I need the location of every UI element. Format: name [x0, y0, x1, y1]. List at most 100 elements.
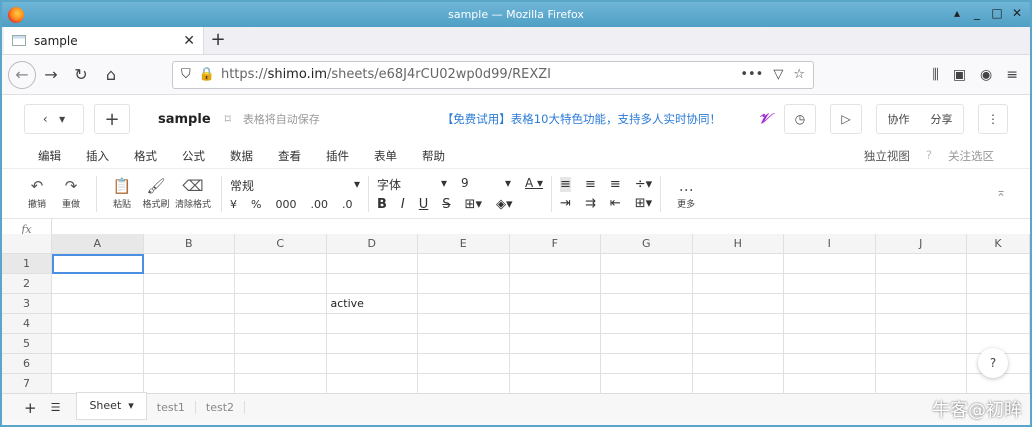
grid-cell[interactable]: [509, 374, 601, 394]
doc-title[interactable]: sample: [158, 112, 211, 127]
grid-cell[interactable]: [601, 254, 693, 274]
grid-cell[interactable]: [784, 374, 876, 394]
grid-cell[interactable]: [601, 274, 693, 294]
grid-cell[interactable]: [875, 274, 967, 294]
italic-button[interactable]: I: [401, 197, 405, 212]
valign-icon[interactable]: ÷▾: [635, 177, 652, 192]
grid-cell[interactable]: [509, 254, 601, 274]
row-header[interactable]: 2: [2, 274, 52, 294]
grid-cell[interactable]: [692, 374, 784, 394]
grid-cell[interactable]: [692, 254, 784, 274]
grid-cell[interactable]: [418, 254, 510, 274]
library-icon[interactable]: ⫼: [932, 67, 938, 83]
grid-cell[interactable]: [875, 254, 967, 274]
sidebar-icon[interactable]: ▣: [953, 67, 966, 83]
grid-cell[interactable]: [235, 354, 327, 374]
paste-button[interactable]: 📋 粘贴: [105, 177, 139, 210]
column-header[interactable]: C: [235, 234, 327, 254]
thousands-button[interactable]: 000: [275, 198, 296, 211]
redo-button[interactable]: ↷ 重做: [54, 177, 88, 210]
row-header[interactable]: 4: [2, 314, 52, 334]
sheet-tab[interactable]: Sheet ▾: [76, 391, 147, 420]
bookmark-icon[interactable]: ⌑: [225, 112, 231, 126]
grid-cell[interactable]: [601, 354, 693, 374]
currency-button[interactable]: ¥: [230, 198, 237, 211]
number-format-select[interactable]: 常规 ▾: [230, 177, 360, 194]
bold-button[interactable]: B: [377, 197, 387, 212]
grid-cell[interactable]: [326, 314, 418, 334]
share-button[interactable]: 分享: [931, 111, 953, 127]
align-left-icon[interactable]: ≡: [560, 176, 571, 192]
more-icon[interactable]: ⋮: [978, 104, 1008, 134]
menu-view[interactable]: 查看: [278, 148, 301, 164]
grid-cell[interactable]: [967, 274, 1030, 294]
bookmark-star-icon[interactable]: ☆: [793, 67, 805, 82]
strikethrough-button[interactable]: S: [442, 197, 450, 212]
column-header[interactable]: G: [601, 234, 693, 254]
grid-cell[interactable]: [601, 334, 693, 354]
menu-edit[interactable]: 编辑: [38, 148, 61, 164]
grid-cell[interactable]: [692, 354, 784, 374]
font-size-select[interactable]: 9 ▾: [461, 176, 511, 193]
grid-cell[interactable]: [143, 254, 235, 274]
grid-cell[interactable]: [52, 254, 144, 274]
close-tab-icon[interactable]: ✕: [183, 33, 195, 49]
more-actions-icon[interactable]: •••: [740, 67, 763, 82]
menu-insert[interactable]: 插入: [86, 148, 109, 164]
row-header[interactable]: 6: [2, 354, 52, 374]
underline-button[interactable]: U: [419, 197, 429, 212]
minimize-icon[interactable]: _: [970, 6, 984, 20]
grid-cell[interactable]: [235, 254, 327, 274]
grid-cell[interactable]: [143, 314, 235, 334]
column-header[interactable]: F: [509, 234, 601, 254]
grid-cell[interactable]: [326, 254, 418, 274]
sheet-tab[interactable]: test2: [196, 401, 246, 414]
grid-cell[interactable]: [692, 334, 784, 354]
grid-cell[interactable]: [418, 314, 510, 334]
back-button[interactable]: ←: [8, 60, 36, 89]
grid-cell[interactable]: [692, 294, 784, 314]
grid-cell[interactable]: [967, 294, 1030, 314]
grid-cell[interactable]: [967, 314, 1030, 334]
column-header[interactable]: K: [967, 234, 1030, 254]
grid-cell[interactable]: [235, 294, 327, 314]
grid-cell[interactable]: [235, 334, 327, 354]
grid-cell[interactable]: [875, 294, 967, 314]
font-color-button[interactable]: A ▾: [525, 176, 543, 193]
more-button[interactable]: … 更多: [669, 177, 703, 210]
select-all-corner[interactable]: [2, 234, 52, 254]
undo-button[interactable]: ↶ 撤销: [20, 177, 54, 210]
decrease-decimal-button[interactable]: .0: [342, 198, 353, 211]
column-header[interactable]: H: [692, 234, 784, 254]
format-painter-button[interactable]: 🖌 格式刷: [139, 177, 173, 210]
grid-cell[interactable]: [967, 374, 1030, 394]
grid-cell[interactable]: [326, 374, 418, 394]
collab-button[interactable]: 协作: [888, 111, 910, 127]
grid-cell[interactable]: [967, 254, 1030, 274]
column-header[interactable]: E: [418, 234, 510, 254]
close-icon[interactable]: ✕: [1010, 6, 1024, 20]
border-icon[interactable]: ⊞▾: [465, 197, 482, 212]
grid-cell[interactable]: [692, 314, 784, 334]
back-nav-button[interactable]: ‹ ▾: [24, 104, 84, 134]
grid-cell[interactable]: [418, 354, 510, 374]
column-header[interactable]: B: [143, 234, 235, 254]
grid-cell[interactable]: [601, 374, 693, 394]
percent-button[interactable]: %: [251, 198, 261, 211]
grid-cell[interactable]: [509, 314, 601, 334]
increase-decimal-button[interactable]: .00: [310, 198, 328, 211]
grid-cell[interactable]: [784, 254, 876, 274]
new-button[interactable]: +: [94, 104, 130, 134]
follow-selection[interactable]: 关注选区: [948, 148, 994, 164]
column-header[interactable]: D: [326, 234, 418, 254]
shield-icon[interactable]: ⛉: [181, 67, 191, 82]
overflow-icon[interactable]: ⇥: [560, 196, 571, 211]
account-icon[interactable]: ◉: [980, 67, 992, 83]
add-sheet-icon[interactable]: +: [24, 399, 37, 417]
grid-cell[interactable]: [875, 374, 967, 394]
brand-badge-icon[interactable]: 𝒱: [758, 111, 770, 127]
grid-cell[interactable]: [143, 354, 235, 374]
grid-cell[interactable]: [143, 294, 235, 314]
sheet-tab[interactable]: test1: [147, 401, 196, 414]
grid-cell[interactable]: [875, 354, 967, 374]
